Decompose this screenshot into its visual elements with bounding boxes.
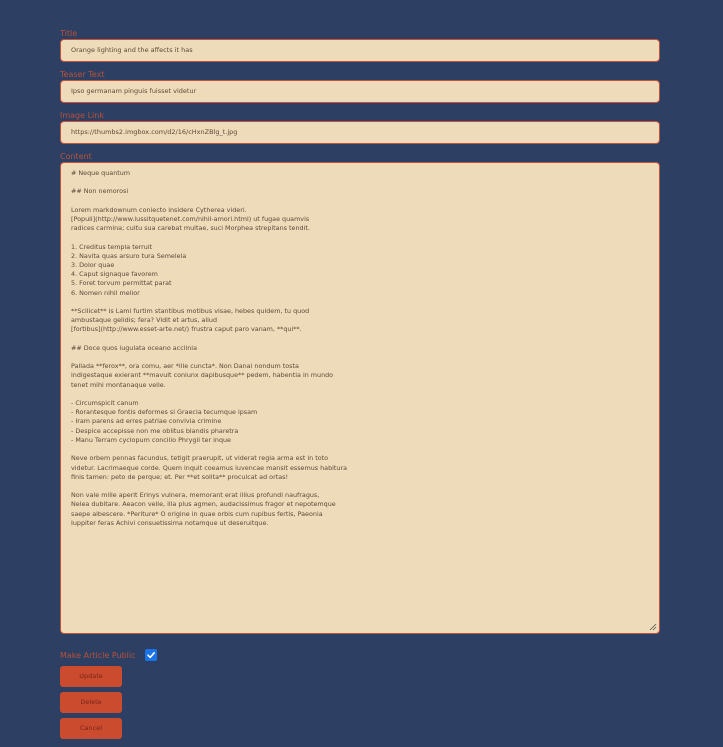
content-textarea[interactable]: # Neque quantum ## Non nemorosi Lorem ma… xyxy=(60,162,660,634)
image-link-input[interactable]: https://thumbs2.imgbox.com/d2/16/cHxnZBl… xyxy=(60,121,660,144)
update-button[interactable]: Update xyxy=(60,666,122,687)
teaser-input[interactable]: Ipso germanam pinguis fuisset videtur xyxy=(60,80,660,103)
cancel-button[interactable]: Cancel xyxy=(60,718,122,739)
article-form: Title Orange lighting and the affects it… xyxy=(60,28,660,634)
public-label: Make Article Public xyxy=(60,650,136,660)
resize-grip-icon[interactable] xyxy=(649,623,657,631)
public-row: Make Article Public xyxy=(60,648,157,662)
delete-button[interactable]: Delete xyxy=(60,692,122,713)
image-link-label: Image Link xyxy=(60,111,104,120)
teaser-label: Teaser Text xyxy=(60,70,105,79)
content-label: Content xyxy=(60,152,92,161)
content-text: # Neque quantum ## Non nemorosi Lorem ma… xyxy=(71,169,348,527)
title-input[interactable]: Orange lighting and the affects it has xyxy=(60,39,660,62)
checkmark-icon xyxy=(146,652,155,659)
public-checkbox[interactable] xyxy=(144,649,157,661)
title-label: Title xyxy=(60,29,78,38)
